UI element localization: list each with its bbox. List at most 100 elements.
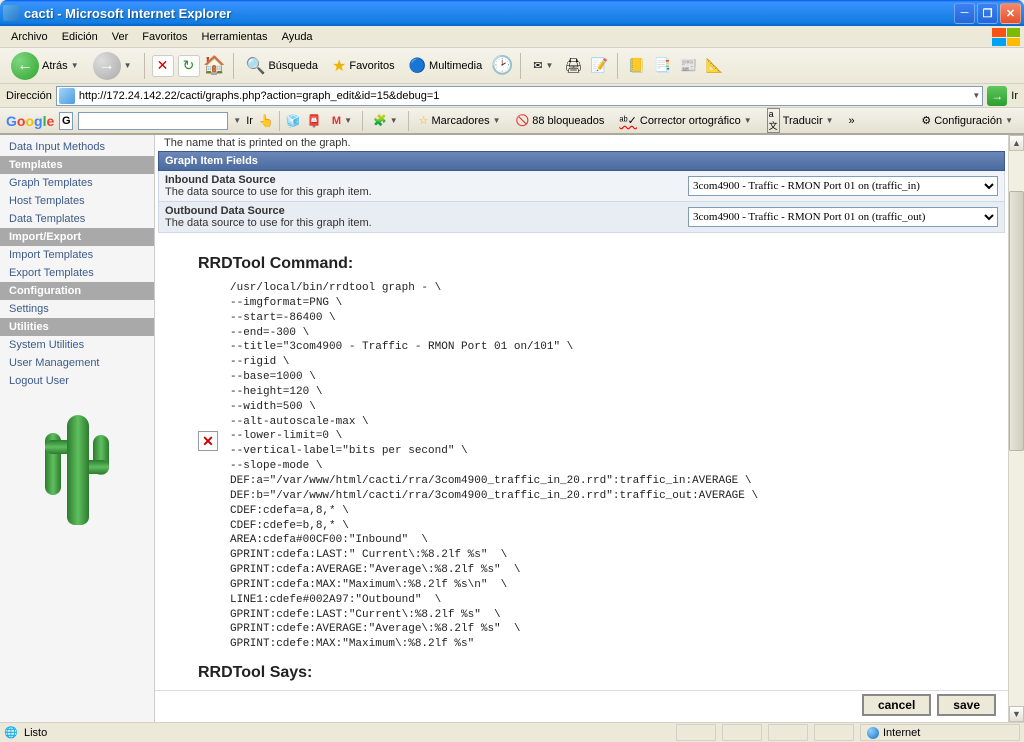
sidebar-host-templates[interactable]: Host Templates xyxy=(0,192,154,210)
chevron-down-icon: ▼ xyxy=(124,61,132,70)
menu-archivo[interactable]: Archivo xyxy=(4,29,55,45)
news-icon[interactable]: 🧊 xyxy=(285,113,301,129)
popup-blocker-button[interactable]: 🚫 88 bloqueados xyxy=(511,112,610,129)
address-input[interactable] xyxy=(79,90,972,102)
toolbar-overflow[interactable]: » xyxy=(844,113,860,129)
back-button[interactable]: ← Atrás ▼ xyxy=(6,49,84,83)
sidebar-graph-templates[interactable]: Graph Templates xyxy=(0,174,154,192)
gmail-button[interactable]: M▼ xyxy=(327,113,357,129)
outbound-data-source-select[interactable]: 3com4900 - Traffic - RMON Port 01 on (tr… xyxy=(688,207,998,227)
status-bar: 🌐 Listo Internet xyxy=(0,722,1024,742)
bookmarks-label: Marcadores xyxy=(432,115,490,127)
blocked-count: 88 bloqueados xyxy=(532,115,604,127)
scroll-up-button[interactable]: ▲ xyxy=(1009,135,1024,151)
chevron-down-icon: ▼ xyxy=(71,61,79,70)
mail-button[interactable]: ✉▼ xyxy=(528,56,558,75)
extra-button-2[interactable]: 📑 xyxy=(651,55,673,77)
multimedia-label: Multimedia xyxy=(429,60,482,72)
extra-button-1[interactable]: 📒 xyxy=(625,55,647,77)
sidebar-templates-header: Templates xyxy=(0,156,154,174)
stop-button[interactable]: ✕ xyxy=(152,55,174,77)
menu-favoritos[interactable]: Favoritos xyxy=(135,29,194,45)
sidebar-settings[interactable]: Settings xyxy=(0,300,154,318)
status-text: Listo xyxy=(24,727,47,739)
status-cell xyxy=(676,724,716,741)
spellcheck-button[interactable]: ᵃᵇ✓ Corrector ortográfico▼ xyxy=(614,112,756,129)
bottom-button-row: cancel save xyxy=(155,690,1008,722)
search-small-icon[interactable]: 👆 xyxy=(258,113,274,129)
translate-label: Traducir xyxy=(783,115,823,127)
home-button[interactable]: 🏠 xyxy=(204,55,226,77)
refresh-button[interactable]: ↻ xyxy=(178,55,200,77)
favorites-label: Favoritos xyxy=(349,60,394,72)
chevron-down-icon[interactable]: ▼ xyxy=(233,116,241,125)
go-text[interactable]: Ir xyxy=(246,115,253,127)
sidebar-configuration-header: Configuration xyxy=(0,282,154,300)
sidebar-user-management[interactable]: User Management xyxy=(0,354,154,372)
separator xyxy=(520,53,521,79)
rss-icon[interactable]: 📮 xyxy=(306,113,322,129)
bookmarks-button[interactable]: ☆ Marcadores▼ xyxy=(414,112,506,129)
scroll-down-button[interactable]: ▼ xyxy=(1009,706,1024,722)
sidebar-system-utilities[interactable]: System Utilities xyxy=(0,336,154,354)
print-button[interactable]: 🖨 xyxy=(562,55,584,77)
search-button[interactable]: 🔍Búsqueda xyxy=(241,53,323,79)
sidebar-export-templates[interactable]: Export Templates xyxy=(0,264,154,282)
main-panel: The name that is printed on the graph. G… xyxy=(155,135,1008,722)
navigation-toolbar: ← Atrás ▼ → ▼ ✕ ↻ 🏠 🔍Búsqueda ★Favoritos… xyxy=(0,48,1024,84)
google-logo-dropdown[interactable]: G xyxy=(59,112,73,130)
favorites-button[interactable]: ★Favoritos xyxy=(327,53,400,79)
forward-button[interactable]: → ▼ xyxy=(88,49,137,83)
menu-ver[interactable]: Ver xyxy=(105,29,136,45)
history-button[interactable]: 🕑 xyxy=(491,55,513,77)
cacti-logo xyxy=(37,405,117,535)
outbound-title: Outbound Data Source xyxy=(165,205,688,217)
chevron-down-icon: ▼ xyxy=(545,61,553,70)
separator xyxy=(279,111,280,131)
chevron-down-icon[interactable]: ▼ xyxy=(972,91,980,100)
close-button[interactable]: ✕ xyxy=(1000,3,1021,24)
blocks-icon[interactable]: 🧩▼ xyxy=(368,112,403,129)
scroll-thumb[interactable] xyxy=(1009,191,1024,451)
menu-herramientas[interactable]: Herramientas xyxy=(195,29,275,45)
scroll-track[interactable] xyxy=(1009,151,1024,706)
minimize-button[interactable]: ─ xyxy=(954,3,975,24)
go-button[interactable]: → xyxy=(987,86,1007,106)
extra-button-3[interactable]: 📰 xyxy=(677,55,699,77)
google-search-input[interactable] xyxy=(78,112,228,130)
page-icon xyxy=(59,88,75,104)
window-title: cacti - Microsoft Internet Explorer xyxy=(24,6,954,21)
address-label: Dirección xyxy=(6,90,52,102)
media-icon: 🔵 xyxy=(409,57,426,74)
inbound-desc: The data source to use for this graph it… xyxy=(165,186,688,198)
translate-button[interactable]: a文 Traducir▼ xyxy=(762,106,839,135)
rrdtool-command-output: /usr/local/bin/rrdtool graph - \ --imgfo… xyxy=(230,281,758,652)
outbound-desc: The data source to use for this graph it… xyxy=(165,217,688,229)
status-cell xyxy=(768,724,808,741)
status-zone: Internet xyxy=(860,724,1020,741)
back-label: Atrás xyxy=(42,60,68,72)
maximize-button[interactable]: ❐ xyxy=(977,3,998,24)
sidebar-utilities-header: Utilities xyxy=(0,318,154,336)
menu-ayuda[interactable]: Ayuda xyxy=(275,29,320,45)
menu-edicion[interactable]: Edición xyxy=(55,29,105,45)
spellcheck-label: Corrector ortográfico xyxy=(640,115,741,127)
vertical-scrollbar[interactable]: ▲ ▼ xyxy=(1008,135,1024,722)
google-logo[interactable]: Google xyxy=(6,113,54,129)
inbound-data-source-select[interactable]: 3com4900 - Traffic - RMON Port 01 on (tr… xyxy=(688,176,998,196)
edit-button[interactable]: 📝 xyxy=(588,55,610,77)
multimedia-button[interactable]: 🔵Multimedia xyxy=(404,54,488,77)
address-input-wrap[interactable]: ▼ xyxy=(56,86,983,106)
save-button[interactable]: save xyxy=(937,694,996,716)
extra-button-4[interactable]: 📐 xyxy=(703,55,725,77)
sidebar-import-templates[interactable]: Import Templates xyxy=(0,246,154,264)
sidebar-data-input-methods[interactable]: Data Input Methods xyxy=(0,138,154,156)
content-area: Data Input Methods Templates Graph Templ… xyxy=(0,134,1024,722)
settings-button[interactable]: ⚙ Configuración▼ xyxy=(916,112,1018,129)
status-cell xyxy=(814,724,854,741)
sidebar-data-templates[interactable]: Data Templates xyxy=(0,210,154,228)
cancel-button[interactable]: cancel xyxy=(862,694,931,716)
ie-icon xyxy=(3,5,19,21)
sidebar-logout-user[interactable]: Logout User xyxy=(0,372,154,390)
forward-arrow-icon: → xyxy=(93,52,121,80)
